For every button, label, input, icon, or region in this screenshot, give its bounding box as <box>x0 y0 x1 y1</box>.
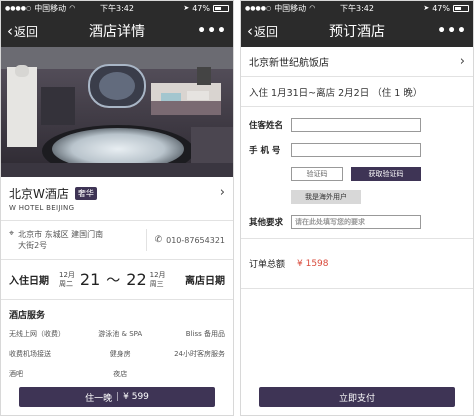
back-button[interactable]: ‹ 返回 <box>7 23 38 40</box>
chevron-left-icon: ‹ <box>7 21 13 40</box>
service-item: 酒吧 <box>9 370 23 378</box>
divider: | <box>116 392 120 402</box>
guest-name-label: 住客姓名 <box>249 121 284 131</box>
verification-code-input[interactable]: 验证码 <box>291 167 343 181</box>
checkin-date[interactable]: 12月 周二 21 <box>59 270 100 289</box>
checkin-day: 21 <box>79 270 101 289</box>
checkin-month: 12月 <box>59 270 75 279</box>
status-bar: ●●●●○ 中国移动 ◠ 下午3:42 ➤ 47% <box>1 1 233 15</box>
guest-name-input[interactable] <box>291 118 421 132</box>
total-amount: ¥ 1598 <box>297 258 329 269</box>
phone-icon: ✆ <box>154 235 163 245</box>
back-button[interactable]: ‹ 返回 <box>247 23 278 40</box>
hotel-room-image <box>1 47 233 177</box>
hotel-name: 北京新世纪航饭店 <box>249 58 329 69</box>
status-time: 下午3:42 <box>340 4 374 13</box>
hotel-photo[interactable] <box>1 47 233 177</box>
order-total: 订单总额 ¥ 1598 <box>241 239 473 289</box>
phone-number: 010-87654321 <box>166 235 225 245</box>
address-text: 北京市 东城区 建国门南大街2号 <box>18 230 104 250</box>
battery-icon <box>213 4 229 12</box>
guest-form: 住客姓名 手 机 号 验证码 获取验证码 我是海外用户 其他要求 请在此处填写您… <box>241 107 473 239</box>
services-heading: 酒店服务 <box>9 311 46 321</box>
hotel-row[interactable]: 北京新世纪航饭店 › <box>241 47 473 77</box>
chevron-right-icon: › <box>219 185 225 200</box>
status-time: 下午3:42 <box>100 4 134 13</box>
phone-input[interactable] <box>291 143 421 157</box>
stay-info: 入住 1月31日~离店 2月2日 （住 1 晚） <box>241 77 473 107</box>
overseas-user-button[interactable]: 我是海外用户 <box>291 190 361 204</box>
location-pin-icon: ⌖ <box>9 229 15 239</box>
other-requests-input[interactable]: 请在此处填写您的要求 <box>291 215 421 229</box>
service-item: Bliss 备用品 <box>185 330 225 338</box>
back-label: 返回 <box>14 24 39 39</box>
more-icon[interactable]: ••• <box>197 23 227 39</box>
chevron-right-icon: › <box>459 54 465 69</box>
service-item: 夜店 <box>113 370 128 378</box>
phone-label: 手 机 号 <box>249 146 281 156</box>
book-price: ¥ 599 <box>123 392 149 402</box>
checkout-date[interactable]: 22 12月 周三 <box>126 270 165 289</box>
nav-bar: ‹ 返回 酒店详情 ••• <box>1 15 233 47</box>
checkin-weekday: 周二 <box>59 279 73 288</box>
checkout-label: 离店日期 <box>185 276 225 287</box>
service-item: 24小时客房服务 <box>174 350 225 358</box>
service-item: 健身房 <box>109 350 131 358</box>
book-nights: 住一晚 <box>85 393 113 404</box>
hotel-name-row[interactable]: 北京W酒店 奢华 › <box>1 177 233 204</box>
battery-icon <box>453 4 469 12</box>
luxury-badge: 奢华 <box>74 187 97 200</box>
hotel-name-english: W HOTEL BEIJING <box>1 204 233 221</box>
total-label: 订单总额 <box>249 260 286 270</box>
chevron-left-icon: ‹ <box>247 21 253 40</box>
booking-screen: ●●●●○ 中国移动 ◠ 下午3:42 ➤ 47% ‹ 返回 预订酒店 ••• … <box>240 0 474 416</box>
stay-dates: 入住 1月31日~离店 2月2日 （住 1 晚） <box>249 87 423 99</box>
checkout-day: 22 <box>126 270 147 289</box>
back-label: 返回 <box>254 24 279 39</box>
service-item: 无线上网（收费） <box>9 330 65 338</box>
book-button[interactable]: 住一晚 | ¥ 599 <box>19 387 215 407</box>
hotel-name: 北京W酒店 <box>9 187 69 201</box>
services-list: 无线上网（收费） 游泳池 & SPA Bliss 备用品 收费机场接送 健身房 … <box>9 329 225 379</box>
checkout-month: 12月 <box>149 270 166 279</box>
nav-bar: ‹ 返回 预订酒店 ••• <box>241 15 473 47</box>
status-bar: ●●●●○ 中国移动 ◠ 下午3:42 ➤ 47% <box>241 1 473 15</box>
more-icon[interactable]: ••• <box>437 23 467 39</box>
service-item: 游泳池 & SPA <box>98 330 143 338</box>
hotel-services: 酒店服务 无线上网（收费） 游泳池 & SPA Bliss 备用品 收费机场接送… <box>1 300 233 387</box>
date-selector[interactable]: 入住日期 12月 周二 21 ～ 22 12月 周三 离店日期 <box>1 260 233 300</box>
hotel-detail-screen: ●●●●○ 中国移动 ◠ 下午3:42 ➤ 47% ‹ 返回 酒店详情 ••• <box>0 0 234 416</box>
checkin-label: 入住日期 <box>9 276 49 287</box>
pay-now-button[interactable]: 立即支付 <box>259 387 455 407</box>
get-code-button[interactable]: 获取验证码 <box>351 167 421 181</box>
checkout-weekday: 周三 <box>149 279 164 288</box>
other-requests-label: 其他要求 <box>249 218 284 228</box>
service-item: 收费机场接送 <box>9 350 51 358</box>
date-separator: ～ <box>106 272 121 289</box>
phone[interactable]: ✆ 010-87654321 <box>145 229 225 251</box>
hotel-contact-row: ⌖ 北京市 东城区 建国门南大街2号 ✆ 010-87654321 <box>1 221 233 260</box>
address[interactable]: ⌖ 北京市 东城区 建国门南大街2号 <box>9 229 146 251</box>
